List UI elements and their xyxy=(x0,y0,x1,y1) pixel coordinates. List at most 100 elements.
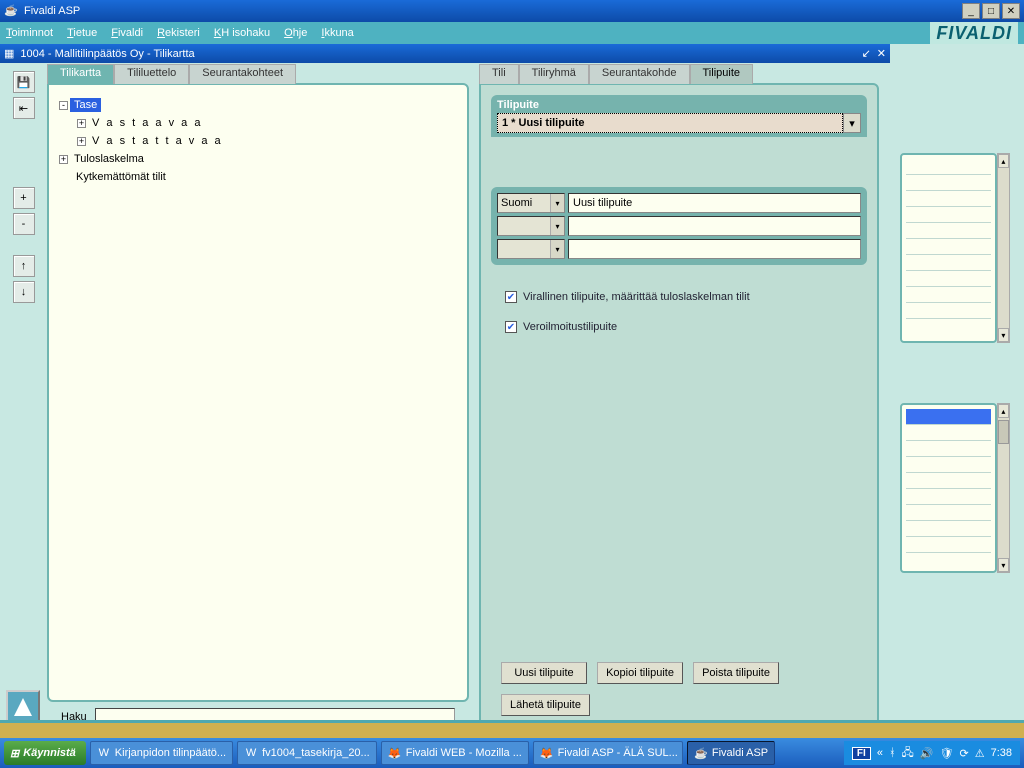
left-tabstrip: Tilikartta Tililuettelo Seurantakohteet xyxy=(47,63,469,83)
shield-icon[interactable]: ⚠ xyxy=(975,747,985,760)
chevron-down-icon: ▾ xyxy=(550,194,564,212)
taskbar-task[interactable]: WKirjanpidon tilinpäätö... xyxy=(90,741,233,765)
subwindow-icon: ▦ xyxy=(4,47,14,60)
uusi-tilipuite-button[interactable]: Uusi tilipuite xyxy=(501,662,587,684)
tilipuite-panel: Tilipuite 1 * Uusi tilipuite ▾ Suomi▾ ▾ xyxy=(479,83,879,732)
word-icon: W xyxy=(97,746,111,760)
word-icon: W xyxy=(244,746,258,760)
left-toolbar: 💾 ⇤ + - ↑ ↓ xyxy=(0,63,47,732)
tree-node-kytkemattomat[interactable]: Kytkemättömät tilit xyxy=(59,168,457,186)
brand-logo: FIVALDI xyxy=(930,22,1018,44)
start-button[interactable]: ⊞ Käynnistä xyxy=(4,741,86,765)
firefox-icon: 🦊 xyxy=(388,746,402,760)
move-down-button[interactable]: ↓ xyxy=(13,281,35,303)
maximize-button[interactable]: □ xyxy=(982,3,1000,19)
plus-button[interactable]: + xyxy=(13,187,35,209)
tab-tiliryhma[interactable]: Tiliryhmä xyxy=(519,64,589,84)
tab-seurantakohteet[interactable]: Seurantakohteet xyxy=(189,64,296,84)
taskbar: ⊞ Käynnistä WKirjanpidon tilinpäätö... W… xyxy=(0,738,1024,768)
tree-expand-icon[interactable]: + xyxy=(77,119,86,128)
tree-expand-icon[interactable]: + xyxy=(59,155,68,164)
menu-khisohaku[interactable]: KH isohaku xyxy=(214,27,270,39)
taskbar-task-active[interactable]: ☕Fivaldi ASP xyxy=(687,741,775,765)
right-tabstrip: Tili Tiliryhmä Seurantakohde Tilipuite xyxy=(479,63,879,83)
tree-collapse-icon[interactable]: - xyxy=(59,101,68,110)
background-window-lists: ▴ ▾ ▴ ▾ xyxy=(900,153,1010,613)
checkbox-virallinen[interactable]: ✔ xyxy=(505,291,517,303)
chevron-down-icon: ▾ xyxy=(550,240,564,258)
poista-tilipuite-button[interactable]: Poista tilipuite xyxy=(693,662,779,684)
network-icon[interactable]: 🖧 xyxy=(902,744,914,763)
window-titlebar: ☕ Fivaldi ASP _ □ ✕ xyxy=(0,0,1024,22)
tilipuite-name-3[interactable] xyxy=(568,239,861,259)
subwindow-close-icon[interactable]: ✕ xyxy=(877,47,886,60)
language-select-1[interactable]: Suomi▾ xyxy=(497,193,565,213)
tab-tili[interactable]: Tili xyxy=(479,64,519,84)
menu-toiminnot[interactable]: Toiminnot xyxy=(6,27,53,39)
minus-icon: - xyxy=(22,218,26,230)
status-strip xyxy=(0,720,1024,738)
laheta-tilipuite-button[interactable]: Lähetä tilipuite xyxy=(501,694,590,716)
minus-button[interactable]: - xyxy=(13,213,35,235)
volume-icon[interactable]: 🔊 xyxy=(920,747,934,760)
kopioi-tilipuite-button[interactable]: Kopioi tilipuite xyxy=(597,662,683,684)
tree-node-vastattavaa[interactable]: + V a s t a t t a v a a xyxy=(77,132,457,150)
menu-fivaldi[interactable]: Fivaldi xyxy=(111,27,143,39)
tilipuite-select[interactable]: 1 * Uusi tilipuite xyxy=(497,113,843,133)
bluetooth-icon[interactable]: ᚼ xyxy=(889,747,896,759)
tray-expand-icon[interactable]: « xyxy=(877,747,883,759)
clock[interactable]: 7:38 xyxy=(991,747,1012,759)
java-icon: ☕ xyxy=(4,4,18,18)
firefox-icon: 🦊 xyxy=(540,746,554,760)
menu-ohje[interactable]: Ohje xyxy=(284,27,307,39)
scroll-up-icon[interactable]: ▴ xyxy=(998,154,1009,168)
language-select-3[interactable]: ▾ xyxy=(497,239,565,259)
move-up-button[interactable]: ↑ xyxy=(13,255,35,277)
tab-tilipuite[interactable]: Tilipuite xyxy=(690,64,754,84)
import-button[interactable]: ⇤ xyxy=(13,97,35,119)
tilipuite-name-1[interactable] xyxy=(568,193,861,213)
window-title: Fivaldi ASP xyxy=(24,5,80,17)
language-indicator[interactable]: FI xyxy=(852,747,871,760)
arrow-up-icon: ↑ xyxy=(21,260,27,272)
chevron-down-icon: ▾ xyxy=(550,217,564,235)
tab-tilikartta[interactable]: Tilikartta xyxy=(47,64,114,84)
subwindow-restore-icon[interactable]: ↙ xyxy=(862,47,871,60)
tree-expand-icon[interactable]: + xyxy=(77,137,86,146)
taskbar-task[interactable]: Wfv1004_tasekirja_20... xyxy=(237,741,377,765)
subwindow-titlebar: ▦ 1004 - Mallitilinpäätös Oy - Tilikartt… xyxy=(0,44,890,63)
tree-node-tase[interactable]: - Tase xyxy=(59,96,457,114)
windows-icon: ⊞ xyxy=(10,747,19,760)
menu-bar: Toiminnot Tietue Fivaldi Rekisteri KH is… xyxy=(0,22,1024,44)
floppy-icon: 💾 xyxy=(17,76,31,89)
scroll-down-icon[interactable]: ▾ xyxy=(998,328,1009,342)
close-button[interactable]: ✕ xyxy=(1002,3,1020,19)
update-icon[interactable]: ⟳ xyxy=(959,747,968,760)
checkbox-veroilmoitus[interactable]: ✔ xyxy=(505,321,517,333)
dropdown-arrow-icon[interactable]: ▾ xyxy=(843,113,861,133)
menu-rekisteri[interactable]: Rekisteri xyxy=(157,27,200,39)
arrow-down-icon: ↓ xyxy=(21,286,27,298)
subwindow-title: 1004 - Mallitilinpäätös Oy - Tilikartta xyxy=(20,48,194,60)
tree-node-vastaavaa[interactable]: + V a s t a a v a a xyxy=(77,114,457,132)
minimize-button[interactable]: _ xyxy=(962,3,980,19)
tilipuite-header: Tilipuite xyxy=(497,99,861,111)
fivaldi-logo-square xyxy=(6,690,40,724)
checkbox-virallinen-label: Virallinen tilipuite, määrittää tuloslas… xyxy=(523,291,750,303)
plus-icon: + xyxy=(20,192,26,204)
tilipuite-name-2[interactable] xyxy=(568,216,861,236)
system-tray: FI « ᚼ 🖧 🔊 🛡 ⟳ ⚠ 7:38 xyxy=(844,741,1020,765)
tree-node-tuloslaskelma[interactable]: + Tuloslaskelma xyxy=(59,150,457,168)
tab-tililuettelo[interactable]: Tililuettelo xyxy=(114,64,189,84)
scroll-up-icon[interactable]: ▴ xyxy=(998,404,1009,418)
taskbar-task[interactable]: 🦊Fivaldi ASP - ÄLÄ SUL... xyxy=(533,741,683,765)
antivirus-icon[interactable]: 🛡 xyxy=(940,747,954,760)
save-button[interactable]: 💾 xyxy=(13,71,35,93)
tree-panel: - Tase + V a s t a a v a a + V a s t a t… xyxy=(47,83,469,702)
language-select-2[interactable]: ▾ xyxy=(497,216,565,236)
menu-ikkuna[interactable]: Ikkuna xyxy=(321,27,353,39)
menu-tietue[interactable]: Tietue xyxy=(67,27,97,39)
tab-seurantakohde[interactable]: Seurantakohde xyxy=(589,64,690,84)
taskbar-task[interactable]: 🦊Fivaldi WEB - Mozilla ... xyxy=(381,741,529,765)
scroll-down-icon[interactable]: ▾ xyxy=(998,558,1009,572)
